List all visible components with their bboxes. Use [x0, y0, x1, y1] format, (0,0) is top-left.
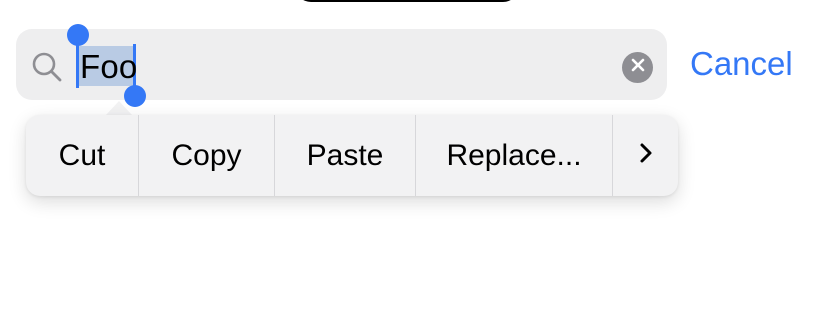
- copy-menu-item[interactable]: Copy: [139, 115, 275, 196]
- selection-start-handle[interactable]: [67, 24, 89, 46]
- device-notch: [295, 0, 519, 2]
- chevron-right-icon: [638, 139, 654, 173]
- cut-menu-item[interactable]: Cut: [26, 115, 139, 196]
- search-input[interactable]: Foo: [80, 47, 137, 87]
- cancel-button[interactable]: Cancel: [690, 44, 793, 84]
- edit-menu-pointer: [105, 101, 133, 116]
- replace-menu-item[interactable]: Replace...: [416, 115, 613, 196]
- paste-menu-item[interactable]: Paste: [275, 115, 416, 196]
- selection-start-bar: [76, 42, 79, 88]
- more-menu-button[interactable]: [613, 115, 678, 196]
- clear-button[interactable]: [622, 52, 653, 83]
- edit-menu: Cut Copy Paste Replace...: [26, 115, 678, 196]
- clear-icon: [631, 58, 645, 77]
- search-icon: [31, 51, 63, 83]
